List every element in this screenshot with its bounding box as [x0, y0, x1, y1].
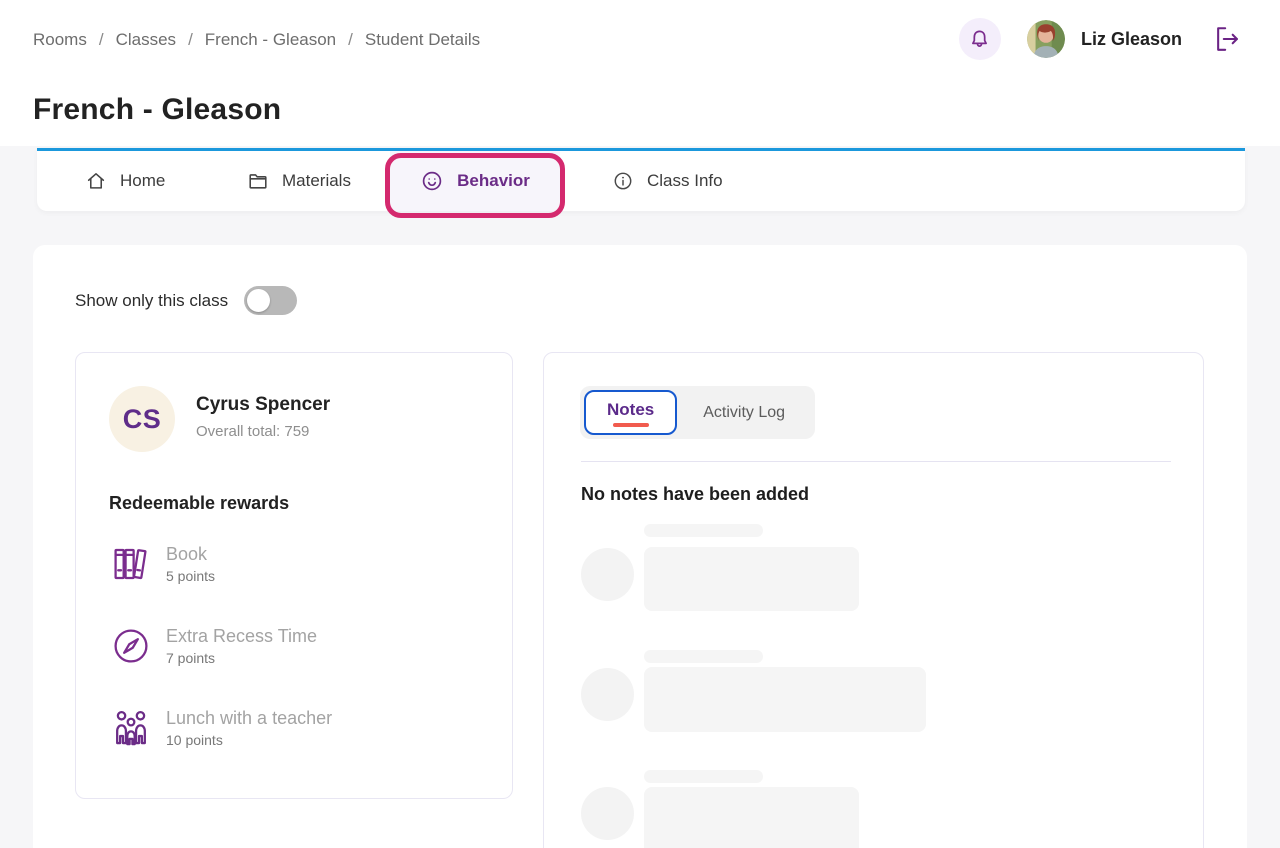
family-icon: [110, 707, 152, 749]
notes-activity-card: Notes Activity Log No notes have been ad…: [543, 352, 1204, 848]
skeleton-block: [644, 667, 926, 732]
header-actions: Liz Gleason: [959, 18, 1244, 60]
reward-label: Extra Recess Time: [166, 626, 317, 648]
reward-text: Extra Recess Time 7 points: [166, 626, 317, 667]
user-name: Liz Gleason: [1081, 29, 1182, 50]
reward-points: 10 points: [166, 732, 332, 748]
show-only-this-class-toggle[interactable]: [244, 286, 297, 315]
books-icon: [110, 543, 152, 585]
page: Rooms / Classes / French - Gleason / Stu…: [0, 0, 1280, 848]
redeemable-rewards-heading: Redeemable rewards: [109, 493, 289, 514]
breadcrumb: Rooms / Classes / French - Gleason / Stu…: [33, 30, 480, 50]
reward-text: Lunch with a teacher 10 points: [166, 708, 332, 749]
tab-activity-log[interactable]: Activity Log: [677, 390, 811, 435]
reward-points: 5 points: [166, 568, 215, 584]
skeleton-avatar: [581, 548, 634, 601]
bell-icon: [968, 28, 991, 51]
reward-points: 7 points: [166, 650, 317, 666]
tab-home-label: Home: [120, 171, 165, 191]
tab-notes-label: Notes: [607, 400, 654, 420]
notes-tab-group: Notes Activity Log: [580, 386, 815, 439]
tab-class-info-label: Class Info: [647, 171, 723, 191]
reward-text: Book 5 points: [166, 544, 215, 585]
tab-behavior[interactable]: Behavior: [390, 151, 560, 211]
reward-item-extra-recess[interactable]: Extra Recess Time 7 points: [110, 625, 317, 667]
tab-notes[interactable]: Notes: [584, 390, 677, 435]
logout-icon: [1213, 23, 1243, 55]
reward-item-book[interactable]: Book 5 points: [110, 543, 215, 585]
tab-materials[interactable]: Materials: [247, 151, 351, 211]
show-only-this-class-label: Show only this class: [75, 291, 228, 311]
class-tabbar: Home Materials Behavior: [37, 148, 1245, 211]
reward-label: Lunch with a teacher: [166, 708, 332, 730]
skeleton-pill: [644, 770, 763, 783]
skeleton-pill: [644, 524, 763, 537]
toggle-knob: [247, 289, 270, 312]
page-title: French - Gleason: [33, 93, 281, 127]
skeleton-avatar: [581, 668, 634, 721]
notifications-button[interactable]: [959, 18, 1001, 60]
breadcrumb-rooms[interactable]: Rooms: [33, 30, 87, 50]
smiley-icon: [420, 169, 444, 193]
breadcrumb-classes[interactable]: Classes: [116, 30, 176, 50]
logout-button[interactable]: [1212, 22, 1244, 56]
behavior-panel: Show only this class CS Cyrus Spencer Ov…: [33, 245, 1247, 848]
user-avatar[interactable]: [1027, 20, 1065, 58]
tab-behavior-label: Behavior: [457, 171, 530, 191]
tab-class-info[interactable]: Class Info: [612, 151, 723, 211]
student-summary-card: CS Cyrus Spencer Overall total: 759 Rede…: [75, 352, 513, 799]
folder-icon: [247, 170, 269, 192]
header: Rooms / Classes / French - Gleason / Stu…: [0, 0, 1280, 146]
reward-label: Book: [166, 544, 215, 566]
tab-home[interactable]: Home: [85, 151, 165, 211]
skeleton-pill: [644, 650, 763, 663]
active-tab-underline: [613, 423, 649, 427]
skeleton-avatar: [581, 787, 634, 840]
tab-activity-log-label: Activity Log: [703, 404, 785, 422]
breadcrumb-separator: /: [99, 30, 104, 50]
breadcrumb-separator: /: [348, 30, 353, 50]
breadcrumb-current: Student Details: [365, 30, 480, 50]
student-overall-total: Overall total: 759: [196, 423, 309, 440]
reward-item-lunch-with-teacher[interactable]: Lunch with a teacher 10 points: [110, 707, 332, 749]
info-icon: [612, 170, 634, 192]
empty-notes-message: No notes have been added: [581, 484, 809, 505]
tab-materials-label: Materials: [282, 171, 351, 191]
divider: [581, 461, 1171, 462]
skeleton-block: [644, 787, 859, 848]
home-icon: [85, 170, 107, 192]
skeleton-block: [644, 547, 859, 611]
breadcrumb-class[interactable]: French - Gleason: [205, 30, 336, 50]
breadcrumb-separator: /: [188, 30, 193, 50]
compass-icon: [110, 625, 152, 667]
student-initials-avatar: CS: [109, 386, 175, 452]
class-filter-row: Show only this class: [75, 286, 297, 315]
student-name: Cyrus Spencer: [196, 394, 330, 416]
